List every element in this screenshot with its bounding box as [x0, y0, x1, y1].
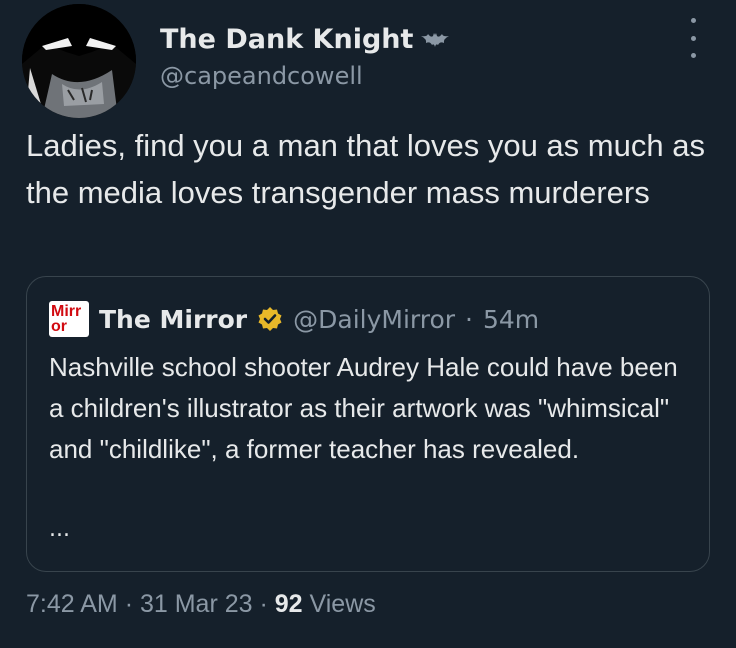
quoted-timestamp[interactable]: 54m: [483, 305, 539, 334]
quoted-tweet[interactable]: Mirr or The Mirror @DailyMirror · 54m Na…: [26, 276, 710, 572]
separator-dot: ·: [465, 304, 473, 334]
quoted-handle[interactable]: @DailyMirror: [293, 305, 455, 334]
bat-icon: [421, 32, 450, 47]
quoted-tweet-text: Nashville school shooter Audrey Hale cou…: [49, 352, 678, 464]
quoted-tweet-header: Mirr or The Mirror @DailyMirror · 54m: [49, 301, 539, 337]
logo-text-line1: Mirr: [51, 303, 82, 320]
verified-gold-badge-icon: [258, 307, 282, 331]
author-name-row: The Dank Knight: [160, 24, 450, 55]
views-count[interactable]: 92: [275, 590, 303, 618]
truncation-ellipsis: ...: [49, 517, 70, 542]
more-dot: [690, 18, 696, 23]
views-label: Views: [309, 590, 376, 618]
tweet-time[interactable]: 7:42 AM: [26, 590, 118, 618]
avatar[interactable]: [22, 4, 136, 118]
more-dot: [690, 35, 696, 41]
display-name[interactable]: The Dank Knight: [160, 24, 413, 55]
separator-dot: ·: [124, 590, 140, 618]
mirror-logo[interactable]: Mirr or: [49, 301, 89, 337]
avatar-image: [22, 4, 136, 118]
author-handle[interactable]: @capeandcowell: [160, 62, 363, 90]
tweet-date[interactable]: 31 Mar 23: [140, 590, 253, 618]
quoted-display-name[interactable]: The Mirror: [99, 305, 247, 334]
logo-text-line2: or: [51, 318, 67, 335]
tweet-metadata: 7:42 AM · 31 Mar 23 · 92 Views: [26, 590, 376, 619]
more-dot: [690, 53, 696, 58]
tweet-text: Ladies, find you a man that loves you as…: [26, 128, 705, 210]
more-options-icon[interactable]: [686, 18, 700, 58]
separator-dot: ·: [259, 590, 275, 618]
